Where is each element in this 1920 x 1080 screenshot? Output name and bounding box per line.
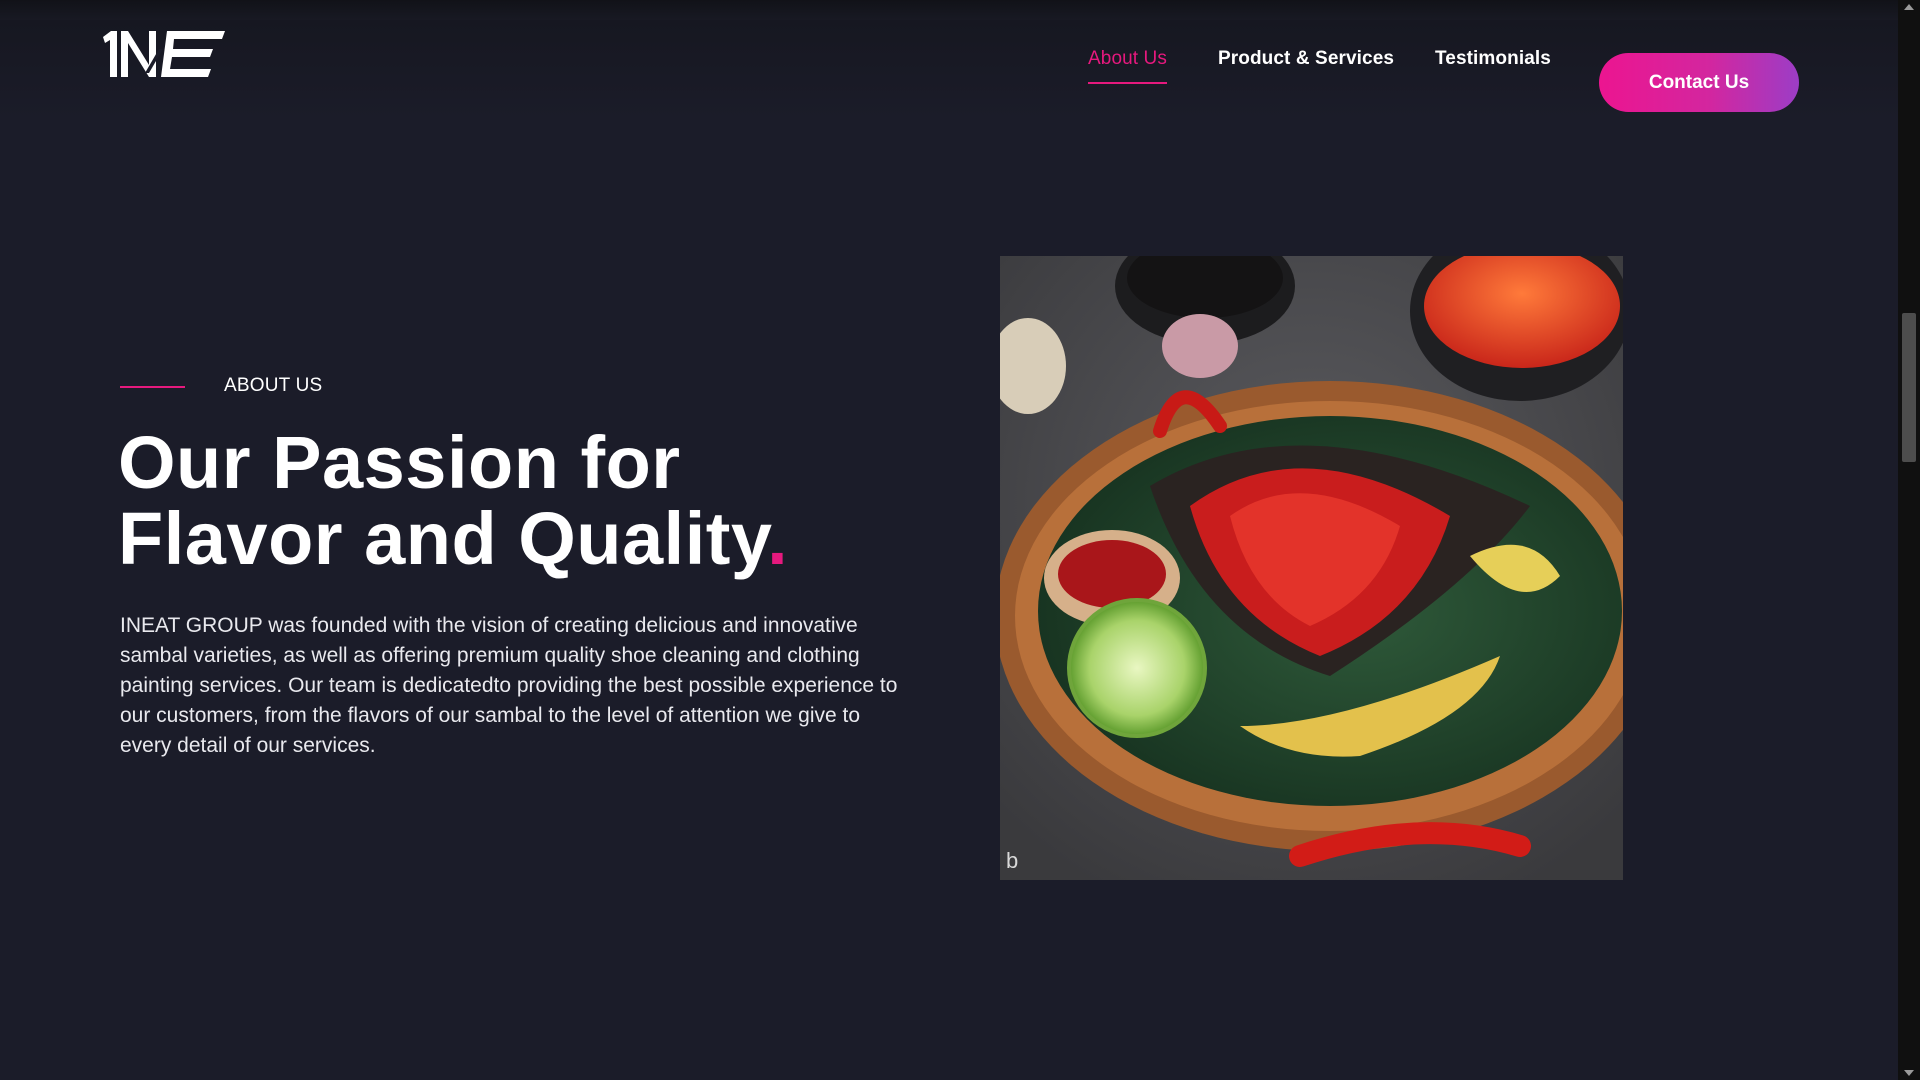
title-accent-dot: . (767, 497, 789, 580)
nav-product-services[interactable]: Product & Services (1218, 48, 1394, 70)
contact-us-button[interactable]: Contact Us (1599, 53, 1799, 112)
title-line-2: Flavor and Quality (118, 497, 768, 580)
nav-product-services-label: Product & Services (1218, 48, 1395, 69)
scroll-down-arrow-icon[interactable] (1904, 1070, 1914, 1076)
active-underline (1088, 82, 1167, 84)
eyebrow-label: ABOUT US (224, 375, 323, 396)
nav-testimonials[interactable]: Testimonials (1435, 48, 1551, 70)
page-title: Our Passion for Flavor and Quality. (118, 425, 918, 577)
nav-testimonials-label: Testimonials (1435, 48, 1551, 69)
scroll-up-arrow-icon[interactable] (1904, 4, 1914, 10)
about-description: INEAT GROUP was founded with the vision … (120, 614, 898, 757)
main-nav: About Us Product & Services Testimonials… (0, 26, 1898, 112)
title-line-1: Our Passion for (118, 421, 681, 504)
eyebrow-line (120, 386, 185, 388)
top-band (0, 0, 1898, 20)
sambal-dish-image: b (1000, 256, 1623, 880)
nav-about-us-label: About Us (1088, 48, 1167, 69)
page-scrollbar[interactable] (1898, 0, 1920, 1080)
svg-text:b: b (1006, 848, 1018, 873)
scroll-thumb[interactable] (1902, 313, 1916, 462)
page: About Us Product & Services Testimonials… (0, 0, 1920, 1080)
nav-about-us[interactable]: About Us (1088, 48, 1167, 84)
site-header: About Us Product & Services Testimonials… (0, 0, 1898, 118)
